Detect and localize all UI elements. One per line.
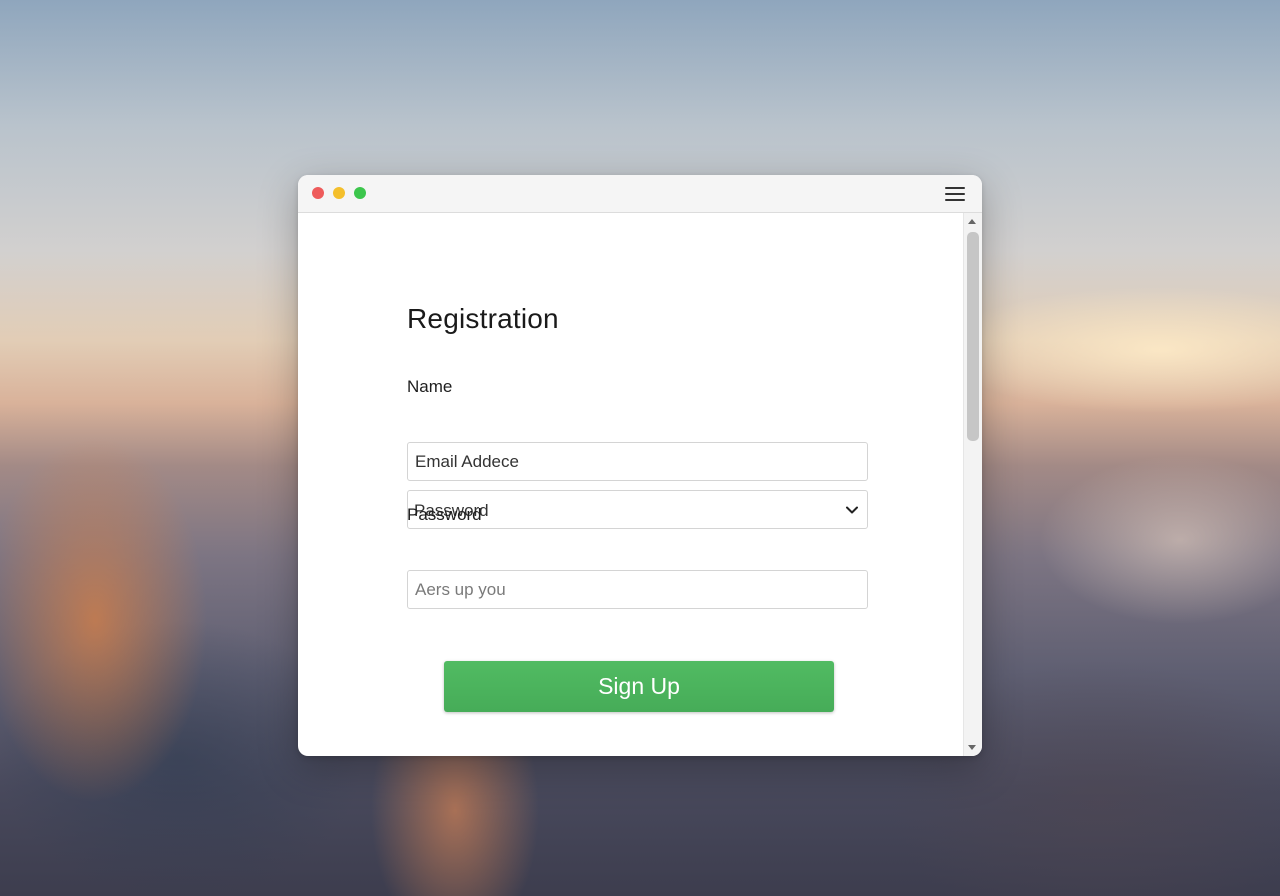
- scroll-down-arrow-icon[interactable]: [968, 745, 976, 750]
- maximize-window-button[interactable]: [354, 187, 366, 199]
- chevron-down-icon: [846, 506, 858, 514]
- email-input[interactable]: [407, 442, 868, 481]
- registration-window: Registration Name Password Password Sign…: [298, 175, 982, 756]
- vertical-scrollbar[interactable]: [963, 213, 982, 756]
- name-label: Name: [407, 377, 453, 396]
- registration-form: Registration Name Password Password Sign…: [298, 213, 963, 756]
- scroll-up-arrow-icon[interactable]: [968, 219, 976, 224]
- desktop-background: Registration Name Password Password Sign…: [0, 0, 1280, 896]
- password-input[interactable]: [407, 570, 868, 609]
- sign-up-button[interactable]: Sign Up: [444, 661, 834, 712]
- scrollbar-thumb[interactable]: [967, 232, 979, 441]
- page-title: Registration: [407, 303, 559, 334]
- close-window-button[interactable]: [312, 187, 324, 199]
- window-titlebar: [298, 175, 982, 213]
- password-label: Password: [407, 505, 482, 524]
- minimize-window-button[interactable]: [333, 187, 345, 199]
- hamburger-menu-icon[interactable]: [945, 186, 965, 202]
